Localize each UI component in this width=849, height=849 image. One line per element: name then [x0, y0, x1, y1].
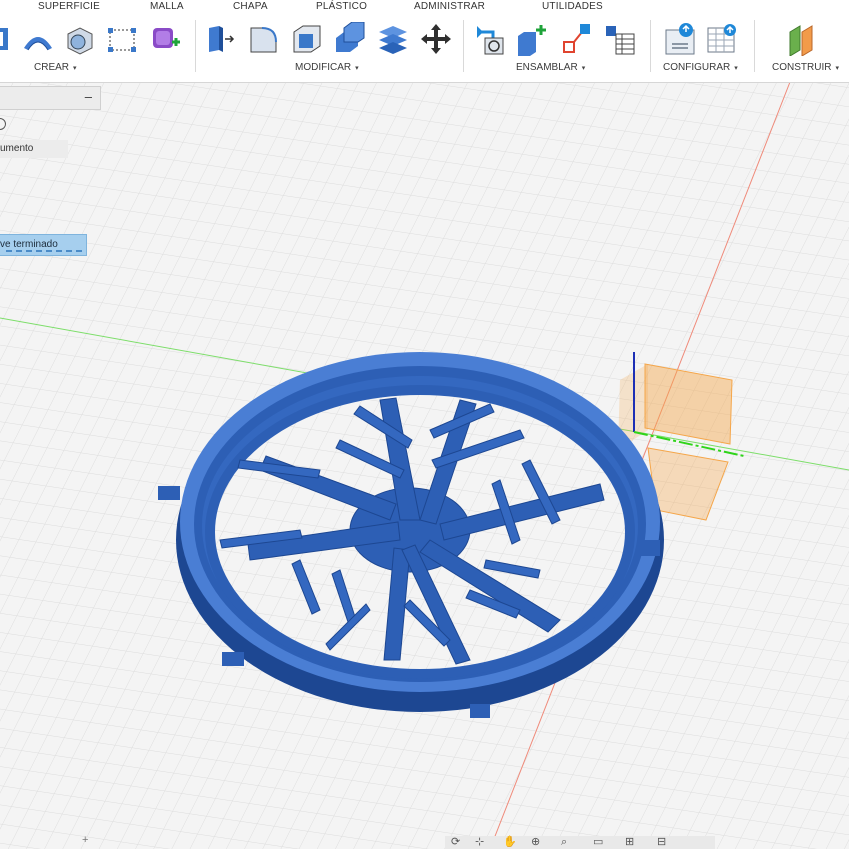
revolve-tool-icon[interactable]	[64, 22, 96, 56]
display-settings-icon[interactable]: ▭	[593, 836, 603, 849]
toolbar-separator	[195, 20, 196, 72]
browser-row-label[interactable]: umento	[0, 140, 68, 158]
group-crear[interactable]: CREAR ▾	[34, 61, 77, 75]
ring-tab-bottom[interactable]	[470, 704, 490, 718]
configurations-table-icon[interactable]	[706, 22, 738, 56]
group-modificar[interactable]: MODIFICAR ▾	[295, 61, 359, 75]
tab-superficie[interactable]: SUPERFICIE	[38, 0, 100, 14]
status-pill-label: ve terminado	[0, 239, 58, 250]
ring-tab-right[interactable]	[640, 540, 660, 556]
align-icon[interactable]	[377, 22, 409, 56]
group-configurar[interactable]: CONFIGURAR ▾	[663, 61, 738, 75]
tab-administrar[interactable]: ADMINISTRAR	[414, 0, 485, 14]
combine-icon[interactable]	[334, 22, 366, 56]
canvas-viewport[interactable]: – umento ve terminado	[0, 82, 849, 849]
toolbar-separator	[650, 20, 651, 72]
ring-tab-bottom-left[interactable]	[222, 652, 244, 666]
sketch-points-icon[interactable]	[106, 22, 138, 56]
shell-icon[interactable]	[291, 22, 323, 56]
move-copy-icon[interactable]	[420, 22, 452, 56]
as-built-joint-icon[interactable]	[560, 22, 592, 56]
joint-icon[interactable]	[475, 22, 507, 56]
toolbar-separator	[463, 20, 464, 72]
tab-chapa[interactable]: CHAPA	[233, 0, 268, 14]
grid-icon[interactable]: ⊞	[625, 836, 634, 849]
ring-tab-left[interactable]	[158, 486, 180, 500]
extrude-tool-icon[interactable]	[22, 22, 54, 56]
toolbar-separator	[754, 20, 755, 72]
orbit-icon[interactable]: ⟳	[451, 836, 460, 849]
new-component-icon[interactable]	[516, 22, 548, 56]
bottom-plus-mark: +	[82, 834, 89, 846]
tab-plastico[interactable]: PLÁSTICO	[316, 0, 367, 14]
bill-of-materials-icon[interactable]	[604, 22, 636, 56]
create-form-icon[interactable]	[150, 22, 182, 56]
toolbar: SUPERFICIE MALLA CHAPA PLÁSTICO ADMINIST…	[0, 0, 849, 83]
pan-icon[interactable]: ⊹	[475, 836, 484, 849]
zoom-icon[interactable]: ⊕	[531, 836, 540, 849]
status-pill[interactable]: ve terminado	[0, 234, 87, 256]
group-ensamblar[interactable]: ENSAMBLAR ▾	[516, 61, 585, 75]
press-pull-icon[interactable]	[205, 22, 237, 56]
navigation-bar: ⟳ ⊹ ✋ ⊕ ⌕ ▭ ⊞ ⊟	[445, 836, 715, 849]
viewports-icon[interactable]: ⊟	[657, 836, 666, 849]
parameters-icon[interactable]	[664, 22, 696, 56]
scene-svg[interactable]	[0, 82, 849, 849]
offset-plane-icon[interactable]	[788, 22, 820, 56]
hand-icon[interactable]: ✋	[503, 836, 517, 849]
collapse-icon[interactable]: –	[85, 89, 92, 104]
status-progress-dash	[6, 250, 82, 252]
sketch-tool-icon[interactable]	[0, 22, 22, 56]
browser-panel-header[interactable]: –	[0, 86, 101, 110]
zoom-window-icon[interactable]: ⌕	[561, 836, 567, 849]
fillet-icon[interactable]	[248, 22, 280, 56]
tab-utilidades[interactable]: UTILIDADES	[542, 0, 603, 14]
tab-malla[interactable]: MALLA	[150, 0, 184, 14]
group-construir[interactable]: CONSTRUIR ▾	[772, 61, 839, 75]
